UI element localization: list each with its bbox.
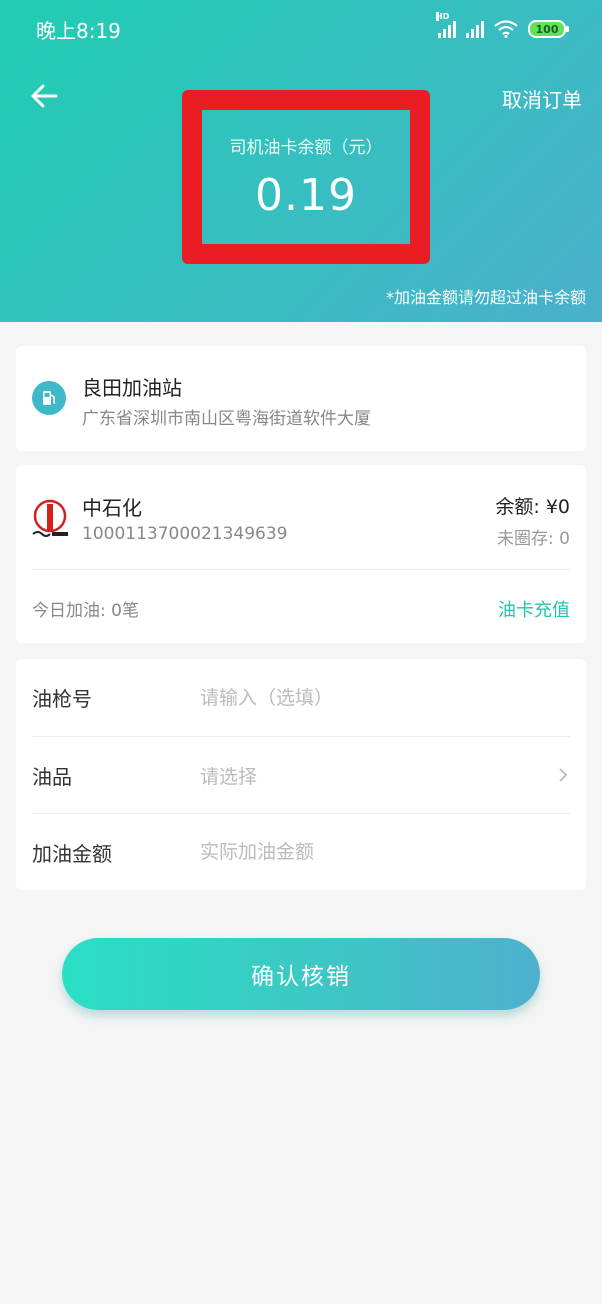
today-refuel-count: 今日加油: 0笔 <box>32 601 139 621</box>
station-address: 广东省深圳市南山区粤海街道软件大厦 <box>82 409 371 429</box>
fuel-pump-icon <box>32 381 66 415</box>
balance-value: 0.19 <box>255 170 357 221</box>
confirm-button[interactable]: 确认核销 <box>62 938 540 1010</box>
card-uncirculated: 未圈存: 0 <box>497 529 570 549</box>
signal-icon <box>466 20 484 38</box>
nozzle-input[interactable] <box>200 686 570 709</box>
cancel-order-button[interactable]: 取消订单 <box>502 84 582 113</box>
chevron-right-icon <box>559 768 568 782</box>
balance-highlight-box: 司机油卡余额（元） 0.19 <box>182 90 430 264</box>
amount-input[interactable] <box>200 841 570 863</box>
status-time: 晚上8:19 <box>36 18 121 43</box>
oil-card-info: 中石化 1000113700021349639 余额: ¥0 未圈存: 0 今日… <box>16 465 586 643</box>
battery-level: 100 <box>535 22 559 36</box>
hd-label: HD <box>436 12 450 21</box>
signal-hd-icon: HD <box>436 12 456 38</box>
refuel-form: 油枪号 油品 请选择 加油金额 <box>16 659 586 890</box>
station-card: 良田加油站 广东省深圳市南山区粤海街道软件大厦 <box>16 346 586 451</box>
wifi-icon <box>494 20 518 38</box>
card-number: 1000113700021349639 <box>82 524 288 544</box>
divider <box>32 569 570 570</box>
fuel-type-row[interactable]: 油品 请选择 <box>32 736 570 813</box>
amount-label: 加油金额 <box>32 841 112 866</box>
card-balance: 余额: ¥0 <box>495 496 570 518</box>
balance-label: 司机油卡余额（元） <box>229 138 383 158</box>
fuel-type-label: 油品 <box>32 764 72 789</box>
battery-icon: 100 <box>528 20 569 38</box>
status-icons: HD 100 <box>436 12 569 38</box>
balance-notice: *加油金额请勿超过油卡余额 <box>385 288 586 307</box>
card-brand: 中石化 <box>82 496 142 520</box>
status-bar: 晚上8:19 HD 100 <box>0 0 602 58</box>
nozzle-row: 油枪号 <box>32 659 570 736</box>
recharge-link[interactable]: 油卡充值 <box>498 596 570 622</box>
station-name: 良田加油站 <box>82 376 182 400</box>
nozzle-label: 油枪号 <box>32 687 92 711</box>
header-banner: 晚上8:19 HD 100 取消订单 司机油卡余额（元） 0.19 *加油金额请… <box>0 0 602 322</box>
amount-row: 加油金额 <box>32 813 570 890</box>
fuel-type-select[interactable]: 请选择 <box>200 762 556 789</box>
back-arrow-icon[interactable] <box>28 80 60 112</box>
sinopec-logo <box>32 499 68 537</box>
